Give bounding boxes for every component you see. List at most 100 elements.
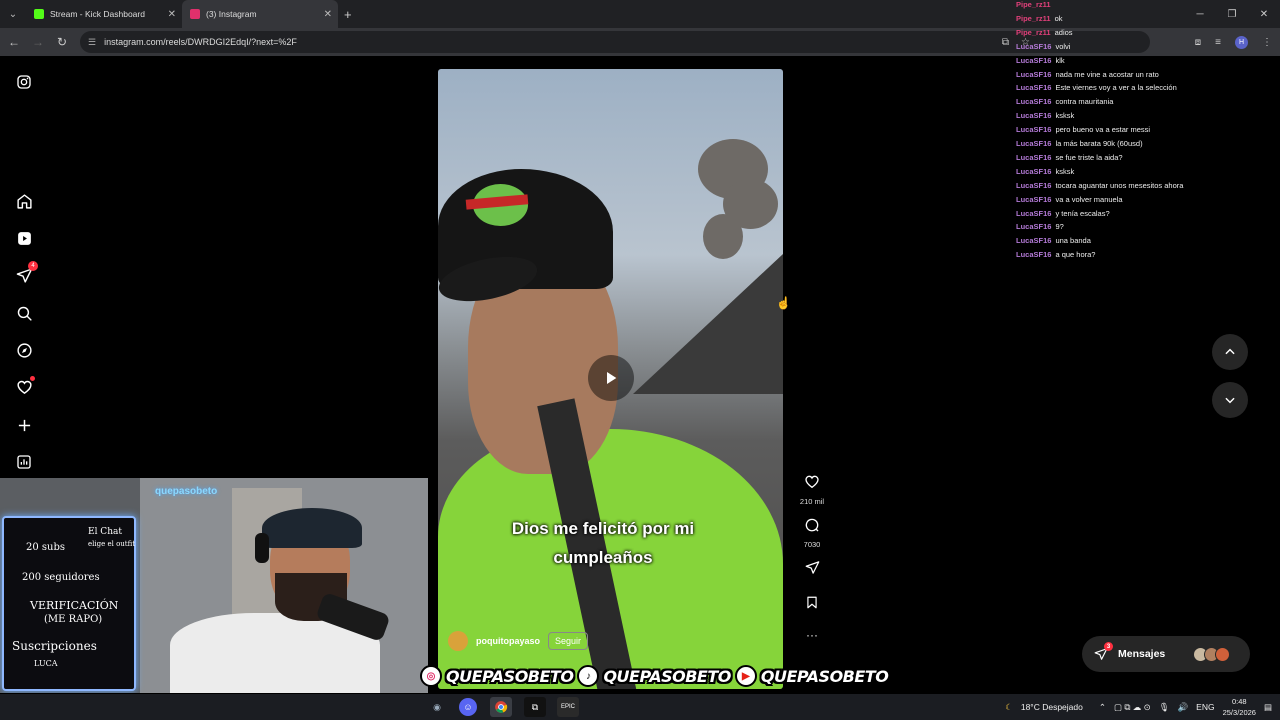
messages-pill[interactable]: 3 Mensajes [1082,636,1250,672]
chat-username[interactable]: LucaSF16 [1016,209,1051,223]
new-tab-button[interactable]: + [344,7,352,22]
chat-username[interactable]: LucaSF16 [1016,42,1051,56]
profile-avatar[interactable]: H [1235,35,1248,49]
youtube-icon: ▶ [734,665,757,687]
comment-icon [805,518,819,532]
chat-text: contra mauritania [1055,97,1114,107]
chat-username[interactable]: LucaSF16 [1016,181,1051,195]
webcam-name-tag: quepasobeto [155,486,218,497]
close-window-button[interactable]: ✕ [1248,0,1280,28]
discord-icon[interactable]: ☺ [459,698,477,716]
next-reel-button[interactable] [1212,382,1248,418]
tab-instagram[interactable]: (3) Instagram ✕ [182,0,338,28]
chat-username[interactable]: LucaSF16 [1016,70,1051,84]
explore-compass-icon[interactable] [14,340,34,360]
epic-games-icon[interactable]: EPIC [557,697,579,717]
chat-text: la más barata 90k (60usd) [1055,139,1143,148]
social-handle: QUEPASOBETO [446,666,574,686]
chat-username[interactable]: Pipe_rz11 [1016,0,1051,14]
notifications-icon[interactable]: ▤ [1264,702,1272,713]
reel-video[interactable]: Dios me felicitó por mi cumpleaños poqui… [438,69,783,689]
chat-text: nada me vine a acostar un rato [1055,69,1159,79]
tab-kick-dashboard[interactable]: Stream - Kick Dashboard ✕ [26,0,182,28]
steam-icon[interactable]: ◉ [426,697,448,717]
chat-text: una banda [1055,236,1091,246]
chat-username[interactable]: LucaSF16 [1016,222,1051,236]
chat-message: LucaSF16 contra mauritania [1016,97,1113,111]
extensions-icon[interactable]: ⧈ [1195,37,1201,48]
comment-action[interactable]: 7030 [796,517,828,549]
notifications-heart-icon[interactable] [14,376,35,397]
chat-text: y tenía escalas? [1055,208,1110,218]
chat-username[interactable]: Pipe_rz11 [1016,14,1051,28]
dashboard-chart-icon[interactable] [14,452,34,472]
obs-icon[interactable]: ⧉ [524,697,546,717]
tab-title: (3) Instagram [206,9,257,19]
tab-close-icon[interactable]: ✕ [324,9,332,20]
reel-caption: Dios me felicitó por mi cumpleaños [438,514,768,572]
chat-message: LucaSF16 pero bueno va a estar messi [1016,125,1150,139]
chat-text: pero bueno va a estar messi [1055,125,1151,135]
create-plus-icon[interactable] [14,415,34,435]
chat-username[interactable]: LucaSF16 [1016,195,1051,209]
author-username[interactable]: poquitopayaso [476,636,540,646]
previous-reel-button[interactable] [1212,334,1248,370]
reels-icon[interactable] [14,228,34,248]
chat-text: va a volver manuela [1055,194,1123,204]
social-instagram: ◎ QUEPASOBETO [420,665,574,687]
play-button[interactable] [588,355,634,401]
back-button[interactable]: ← [2,35,26,49]
system-clock[interactable]: 0:48 25/3/2026 [1223,696,1256,718]
language-indicator[interactable]: ENG [1196,702,1214,712]
direct-messages-icon[interactable]: 4 [14,261,38,285]
like-count: 210 mil [799,497,825,506]
browser-menu-icon[interactable]: ⋮ [1262,37,1272,48]
chat-message: Pipe_rz11 [1016,0,1055,14]
play-icon [607,372,617,384]
chat-username[interactable]: LucaSF16 [1016,125,1051,139]
minimize-button[interactable]: ─ [1184,0,1216,28]
reload-button[interactable]: ↻ [50,35,74,49]
chat-username[interactable]: LucaSF16 [1016,236,1051,250]
restore-button[interactable]: ❐ [1216,0,1248,28]
more-options-icon[interactable]: ··· [796,628,828,642]
install-app-icon[interactable]: ⧉ [1002,37,1009,48]
site-info-icon[interactable]: ☰ [88,37,96,48]
chat-username[interactable]: Pipe_rz11 [1016,28,1051,42]
tray-icons[interactable]: ▢ ⧉ ☁ ⊙ [1114,702,1151,713]
microphone-tray-icon[interactable]: 🎙 [1159,702,1170,713]
chat-message: Pipe_rz11 adios [1016,28,1073,42]
follow-button[interactable]: Seguir [548,632,589,650]
caption-line: Dios me felicitó por mi [511,519,695,538]
volume-icon[interactable]: 🔊 [1178,702,1189,713]
search-icon[interactable] [14,303,34,323]
tab-search-button[interactable]: ⌄ [0,0,26,28]
volcano-slope [633,254,783,394]
chat-username[interactable]: LucaSF16 [1016,139,1051,153]
chat-text: se fue triste la aida? [1055,152,1123,162]
forward-button[interactable]: → [26,35,50,49]
save-action[interactable] [796,595,828,615]
chat-username[interactable]: LucaSF16 [1016,97,1051,111]
chat-username[interactable]: LucaSF16 [1016,111,1051,125]
author-avatar[interactable] [448,631,468,651]
chat-username[interactable]: LucaSF16 [1016,83,1051,97]
clock-time: 0:48 [1231,697,1247,706]
chat-username[interactable]: LucaSF16 [1016,167,1051,181]
chat-username[interactable]: LucaSF16 [1016,56,1051,70]
chat-text: adios [1054,27,1073,37]
home-icon[interactable] [14,191,34,211]
chat-username[interactable]: LucaSF16 [1016,250,1051,264]
media-control-icon[interactable]: ≡ [1215,37,1221,48]
like-action[interactable]: 210 mil [796,474,828,506]
share-action[interactable] [796,560,828,580]
tab-close-icon[interactable]: ✕ [168,9,176,20]
messages-badge: 4 [28,261,38,271]
instagram-logo-icon[interactable] [14,72,34,92]
board-text: LUCA [34,659,58,668]
chevron-down-icon [1225,397,1235,404]
tray-expand-icon[interactable]: ⌃ [1099,702,1106,713]
address-bar[interactable]: ☰ instagram.com/reels/DWRDGI2EdqI/?next=… [80,31,1150,53]
chrome-icon[interactable] [490,697,512,717]
chat-username[interactable]: LucaSF16 [1016,153,1051,167]
